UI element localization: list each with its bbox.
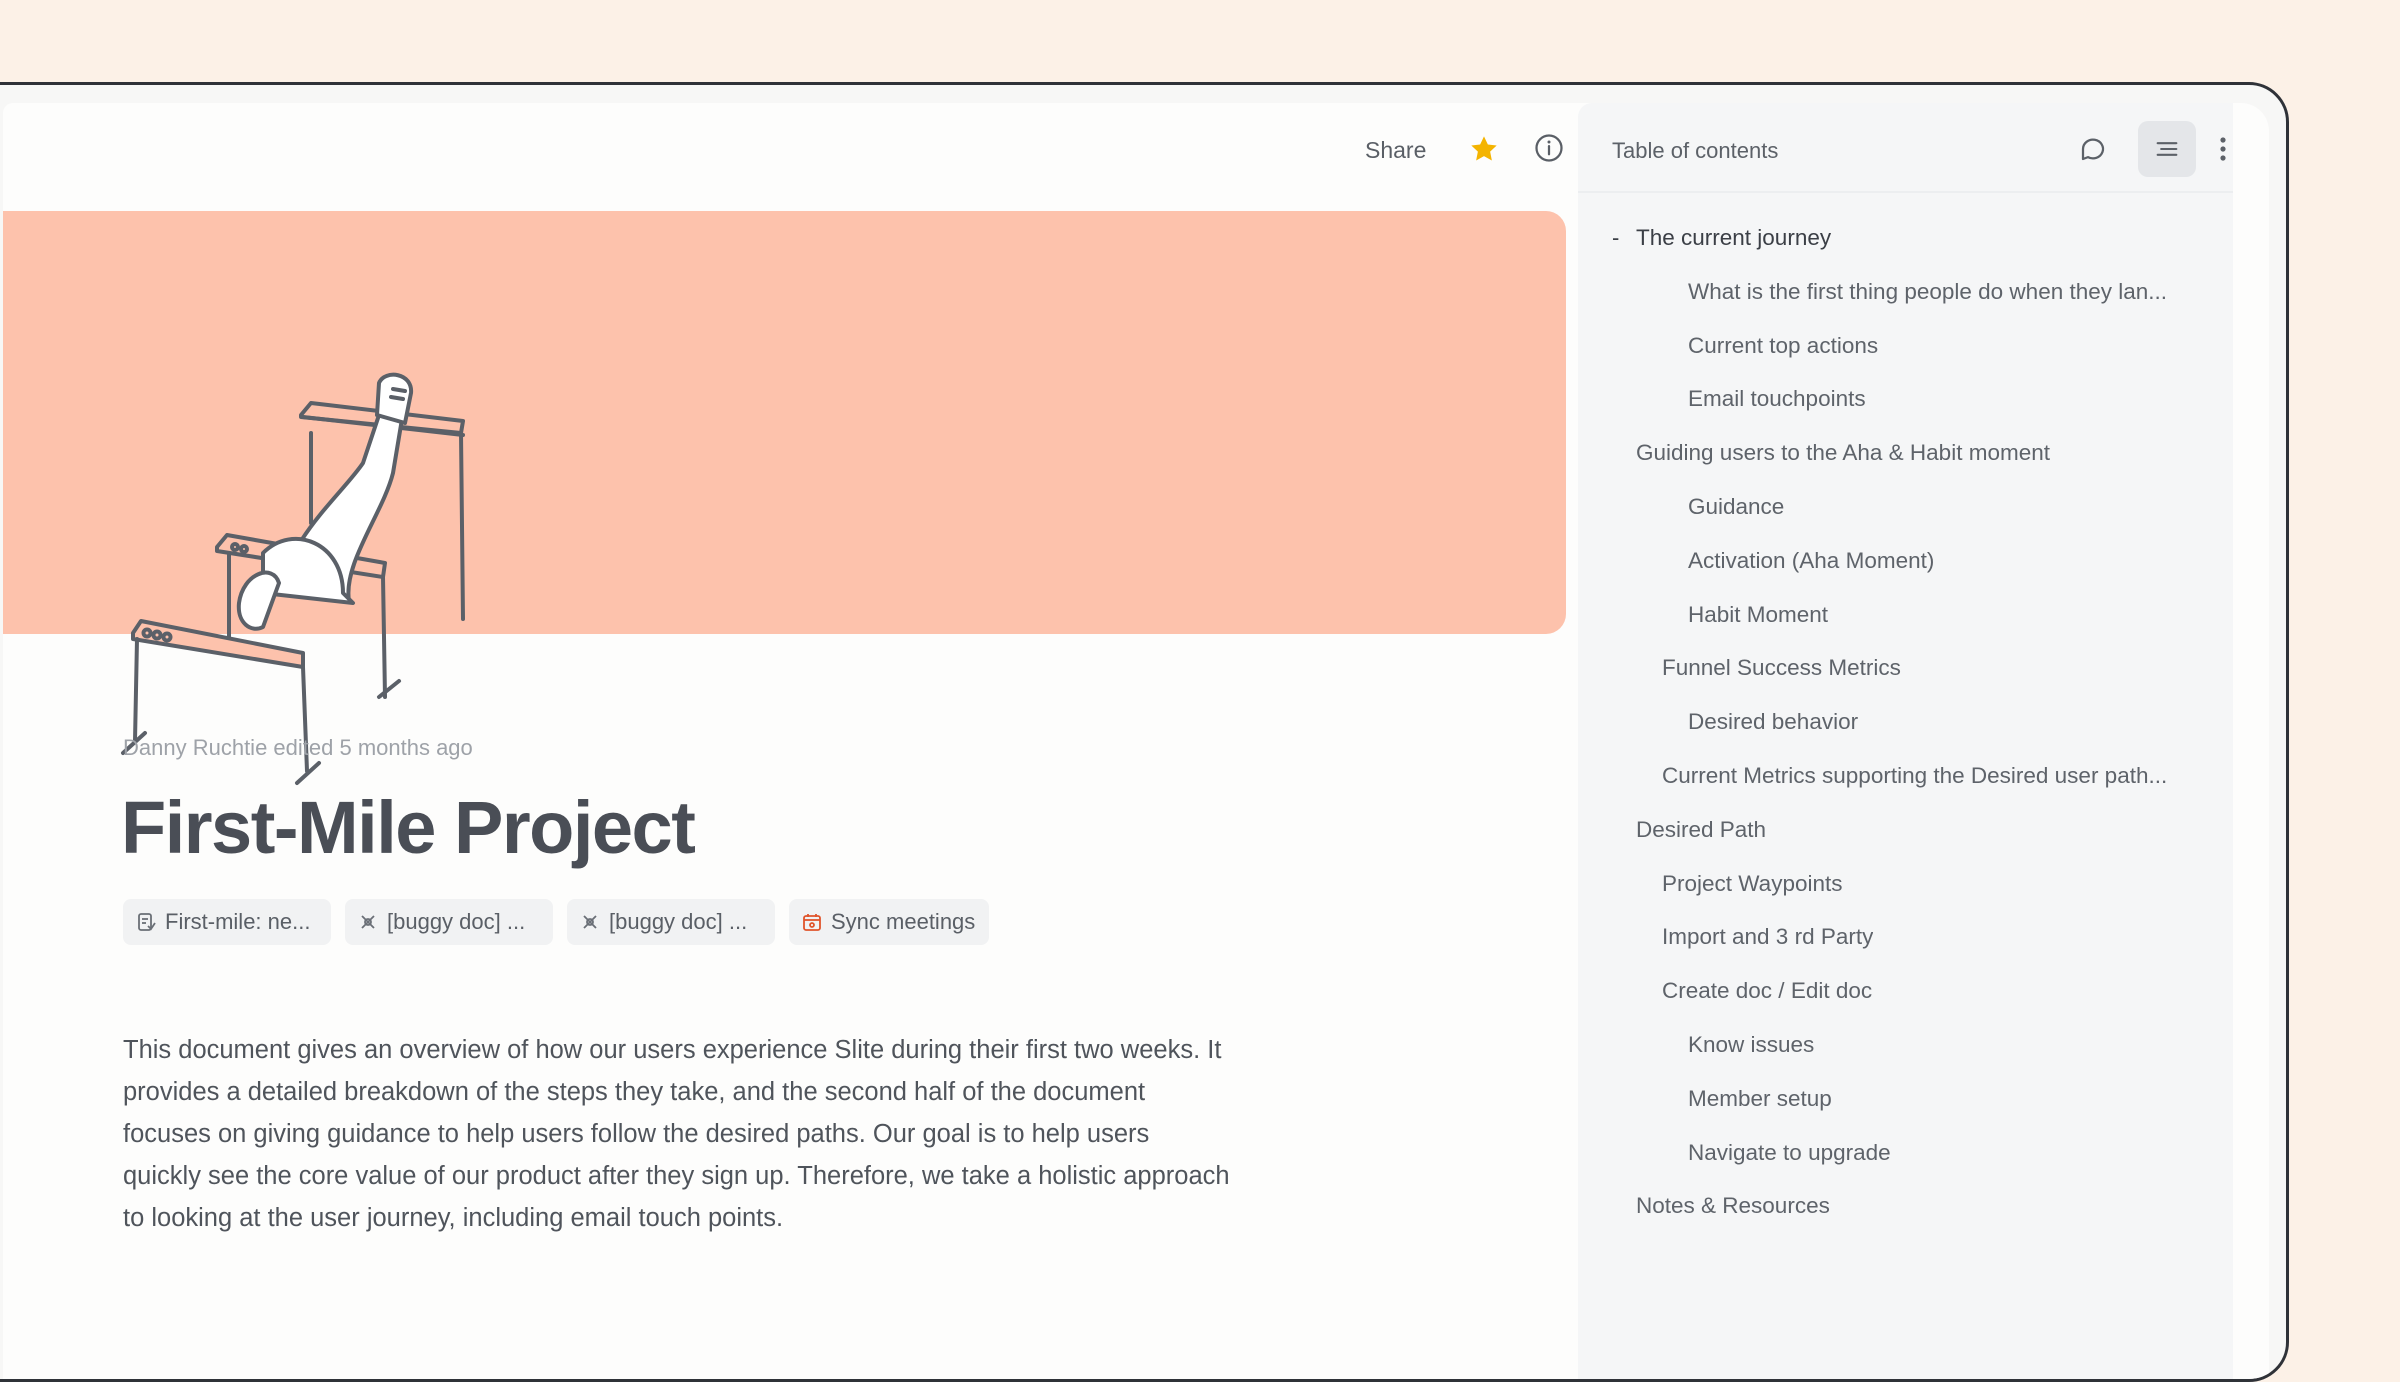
table-of-contents-panel: Table of contents - The current journey … (1578, 103, 2233, 1379)
toc-item[interactable]: What is the first thing people do when t… (1688, 279, 2167, 305)
toc-title: Table of contents (1612, 138, 1779, 163)
chip-label: [buggy doc] ... (609, 909, 748, 934)
toc-item[interactable]: Habit Moment (1688, 602, 1828, 628)
chip-label: First-mile: ne... (165, 909, 311, 934)
toc-item[interactable]: Email touchpoints (1688, 386, 1866, 412)
toc-item[interactable]: Navigate to upgrade (1688, 1140, 1891, 1166)
list-icon (2156, 142, 2178, 156)
toc-item[interactable]: Guiding users to the Aha & Habit moment (1636, 440, 2050, 466)
toc-item[interactable]: Guidance (1688, 494, 1784, 520)
hurdles-illustration (121, 372, 465, 785)
toc-item[interactable]: Project Waypoints (1662, 871, 1842, 897)
document-body-paragraph[interactable]: This document gives an overview of how o… (123, 1029, 1233, 1239)
linked-doc-chip[interactable]: First-mile: ne... (123, 899, 331, 945)
comments-button[interactable] (2064, 121, 2122, 177)
toc-toggle-button[interactable] (2138, 121, 2196, 177)
toc-item[interactable]: Current Metrics supporting the Desired u… (1662, 763, 2167, 789)
toc-item[interactable]: Current top actions (1688, 333, 1878, 359)
chip-label: Sync meetings (831, 909, 976, 934)
toc-item[interactable]: Notes & Resources (1636, 1193, 1830, 1219)
document-toolbar: Share (3, 103, 1583, 213)
toc-item[interactable]: Create doc / Edit doc (1662, 978, 1872, 1004)
collapse-toggle[interactable]: - (1612, 225, 1619, 251)
chip-label: [buggy doc] ... (387, 909, 526, 934)
linked-doc-chip[interactable]: [buggy doc] ... (567, 899, 775, 945)
page-title[interactable]: First-Mile Project (121, 785, 696, 870)
toc-item[interactable]: Funnel Success Metrics (1662, 655, 1901, 681)
star-icon[interactable] (1468, 133, 1500, 165)
bug-icon (361, 915, 375, 929)
toc-item[interactable]: The current journey (1636, 225, 1831, 251)
app-window: Share Danny Ruchtie edited 5 months ago … (3, 103, 2269, 1379)
toc-header: Table of contents (1578, 103, 2233, 193)
more-vertical-icon (2220, 137, 2226, 161)
toc-item[interactable]: Member setup (1688, 1086, 1832, 1112)
edit-metadata: Danny Ruchtie edited 5 months ago (123, 735, 473, 760)
bug-icon (583, 915, 597, 929)
calendar-icon (803, 914, 821, 931)
comment-icon (2081, 138, 2105, 161)
toc-item[interactable]: Import and 3 rd Party (1662, 924, 1873, 950)
app-frame: Share Danny Ruchtie edited 5 months ago … (0, 82, 2289, 1382)
toc-item[interactable]: Desired behavior (1688, 709, 1858, 735)
toc-item[interactable]: Know issues (1688, 1032, 1814, 1058)
linked-doc-chip[interactable]: Sync meetings (789, 899, 990, 945)
info-icon[interactable] (1534, 133, 1564, 163)
more-options-button[interactable] (2208, 121, 2238, 177)
linked-docs-chips: First-mile: ne... [buggy doc] ... [buggy… (123, 899, 990, 945)
share-button[interactable]: Share (1365, 137, 1426, 164)
toc-item[interactable]: Desired Path (1636, 817, 1766, 843)
linked-doc-chip[interactable]: [buggy doc] ... (345, 899, 553, 945)
toc-item[interactable]: Activation (Aha Moment) (1688, 548, 1934, 574)
doc-icon (138, 913, 156, 931)
